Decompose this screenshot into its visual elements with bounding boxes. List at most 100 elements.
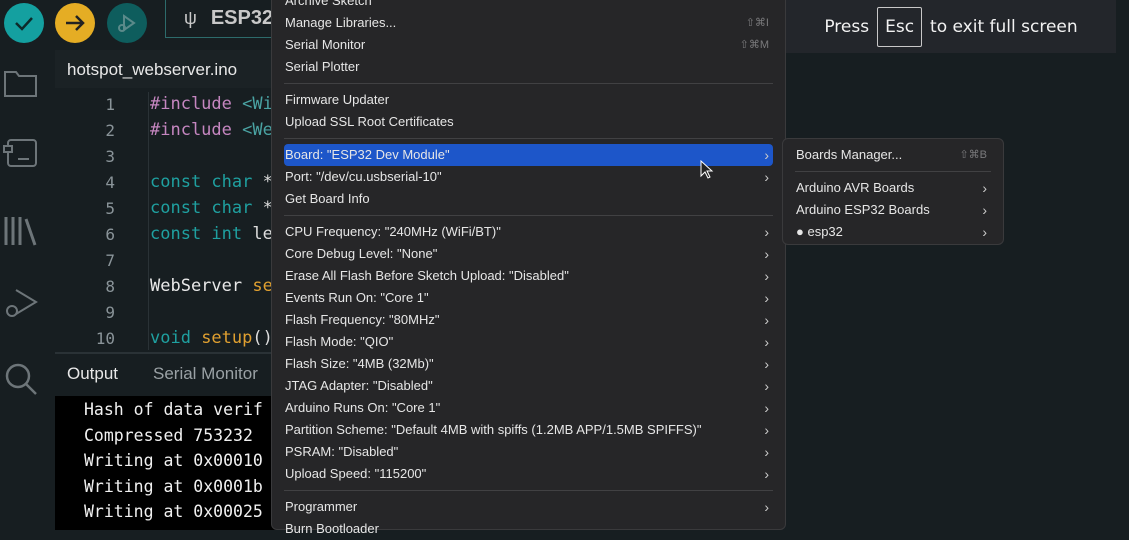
tools-menu: Archive Sketch Manage Libraries... ⇧⌘I Seri… xyxy=(271,0,786,536)
menu-item-text: Arduino Runs On: "Core 1" xyxy=(285,400,441,415)
line-number: 1 xyxy=(105,95,115,114)
menu-item-text: Programmer xyxy=(285,499,358,514)
menu-item-label: Upload SSL Root Certificates xyxy=(285,111,454,133)
chevron-right-icon: › xyxy=(764,356,769,372)
menu-item-label: Boards Manager... xyxy=(796,144,902,166)
menu-item[interactable]: Partition Scheme: "Default 4MB with spif… xyxy=(284,419,773,441)
board-selector[interactable]: ψ ESP32 xyxy=(165,0,285,38)
menu-item-shortcut: ⇧⌘B xyxy=(959,149,987,161)
menu-item[interactable]: Serial Monitor ⇧⌘M xyxy=(284,34,773,56)
menu-item[interactable]: Upload Speed: "115200" › xyxy=(284,463,773,485)
menu-item-label: Programmer xyxy=(285,496,357,518)
chevron-right-icon: › xyxy=(764,224,769,240)
menu-item-text: Partition Scheme: "Default 4MB with spif… xyxy=(285,422,702,437)
code-line: WebServer se xyxy=(150,276,273,296)
search-icon[interactable] xyxy=(2,360,40,398)
line-number: 6 xyxy=(105,225,115,244)
menu-item-label: PSRAM: "Disabled" xyxy=(285,441,398,463)
verify-button[interactable] xyxy=(4,3,44,43)
chevron-right-icon: › xyxy=(982,202,987,218)
menu-item[interactable]: Boards Manager... ⇧⌘B xyxy=(795,144,991,166)
menu-item[interactable]: Firmware Updater xyxy=(284,89,773,111)
menu-item-label: JTAG Adapter: "Disabled" xyxy=(285,375,433,397)
menu-item-label: ● esp32 xyxy=(796,221,843,243)
menu-item-label: Arduino AVR Boards xyxy=(796,177,914,199)
menu-item[interactable]: Arduino Runs On: "Core 1" › xyxy=(284,397,773,419)
folder-icon[interactable] xyxy=(2,64,40,102)
menu-item-text: Flash Mode: "QIO" xyxy=(285,334,394,349)
upload-button[interactable] xyxy=(55,3,95,43)
menu-separator xyxy=(284,215,773,216)
menu-item-text: Serial Monitor xyxy=(285,37,366,52)
menu-item-label: Serial Plotter xyxy=(285,56,359,78)
menu-item[interactable]: Upload SSL Root Certificates xyxy=(284,111,773,133)
menu-item[interactable]: Erase All Flash Before Sketch Upload: "D… xyxy=(284,265,773,287)
menu-item-label: Flash Frequency: "80MHz" xyxy=(285,309,439,331)
menu-separator xyxy=(795,171,991,172)
menu-item[interactable]: Burn Bootloader xyxy=(284,518,773,540)
menu-item[interactable]: JTAG Adapter: "Disabled" › xyxy=(284,375,773,397)
chevron-right-icon: › xyxy=(764,400,769,416)
menu-item[interactable]: Get Board Info xyxy=(284,188,773,210)
menu-item-label: Port: "/dev/cu.usbserial-10" xyxy=(285,166,442,188)
menu-item-text: Burn Bootloader xyxy=(285,521,379,536)
chevron-right-icon: › xyxy=(764,246,769,262)
code-token: WebServer xyxy=(150,276,253,296)
menu-item-text: Flash Frequency: "80MHz" xyxy=(285,312,440,327)
esc-key: Esc xyxy=(877,6,923,47)
chevron-right-icon: › xyxy=(982,224,987,240)
menu-item-text: Board: "ESP32 Dev Module" xyxy=(285,147,450,162)
output-line: Writing at 0x00025 xyxy=(84,502,263,521)
menu-item[interactable]: Programmer › xyxy=(284,496,773,518)
menu-item-text: Arduino ESP32 Boards xyxy=(796,202,930,217)
code-token: const char xyxy=(150,198,263,218)
menu-item[interactable]: Events Run On: "Core 1" › xyxy=(284,287,773,309)
menu-item[interactable]: Archive Sketch xyxy=(284,0,773,12)
menu-item[interactable]: ● esp32 › xyxy=(795,221,991,243)
menu-item[interactable]: Flash Mode: "QIO" › xyxy=(284,331,773,353)
board-submenu: Boards Manager... ⇧⌘B Arduino AVR Boards › A… xyxy=(782,138,1004,245)
line-number: 4 xyxy=(105,173,115,192)
check-icon xyxy=(15,17,33,31)
output-line: Writing at 0x00010 xyxy=(84,451,263,470)
code-token: () xyxy=(252,328,273,348)
tab-serial-monitor[interactable]: Serial Monitor xyxy=(153,364,258,384)
menu-item-text: PSRAM: "Disabled" xyxy=(285,444,399,459)
menu-item[interactable]: Manage Libraries... ⇧⌘I xyxy=(284,12,773,34)
menu-item-label: Core Debug Level: "None" xyxy=(285,243,437,265)
menu-item[interactable]: CPU Frequency: "240MHz (WiFi/BT)" › xyxy=(284,221,773,243)
code-line: const char * xyxy=(150,172,273,192)
menu-item[interactable]: Arduino AVR Boards › xyxy=(795,177,991,199)
chevron-right-icon: › xyxy=(764,290,769,306)
menu-item-text: JTAG Adapter: "Disabled" xyxy=(285,378,433,393)
board-manager-icon[interactable] xyxy=(2,134,40,172)
output-line: Hash of data verif xyxy=(84,400,263,419)
menu-item-text: Arduino AVR Boards xyxy=(796,180,915,195)
menu-item-label: Upload Speed: "115200" xyxy=(285,463,426,485)
menu-item[interactable]: Flash Frequency: "80MHz" › xyxy=(284,309,773,331)
code-line: void setup() xyxy=(150,328,273,348)
library-icon[interactable] xyxy=(2,211,40,249)
file-tab-label: hotspot_webserver.ino xyxy=(67,60,238,79)
code-token: const int xyxy=(150,224,253,244)
menu-item[interactable]: Serial Plotter xyxy=(284,56,773,78)
code-token: <We xyxy=(242,120,273,140)
debug-sidebar-icon[interactable] xyxy=(2,284,40,322)
fullscreen-hint: Press Esc to exit full screen xyxy=(786,0,1116,53)
chevron-right-icon: › xyxy=(764,147,769,163)
tab-output[interactable]: Output xyxy=(67,364,118,384)
code-token: void xyxy=(150,328,202,348)
menu-item-label: Arduino ESP32 Boards xyxy=(796,199,930,221)
menu-item[interactable]: Core Debug Level: "None" › xyxy=(284,243,773,265)
menu-item-label: Arduino Runs On: "Core 1" xyxy=(285,397,440,419)
code-line: const int le xyxy=(150,224,273,244)
menu-item-text: Port: "/dev/cu.usbserial-10" xyxy=(285,169,442,184)
code-token: const char xyxy=(150,172,263,192)
menu-item[interactable]: Flash Size: "4MB (32Mb)" › xyxy=(284,353,773,375)
menu-item[interactable]: PSRAM: "Disabled" › xyxy=(284,441,773,463)
menu-item-text: Get Board Info xyxy=(285,191,370,206)
debug-button[interactable] xyxy=(107,3,147,43)
menu-item[interactable]: Arduino ESP32 Boards › xyxy=(795,199,991,221)
output-console: Hash of data verif Compressed 753232 Writ… xyxy=(55,396,285,530)
menu-item-text: Erase All Flash Before Sketch Upload: "D… xyxy=(285,268,569,283)
